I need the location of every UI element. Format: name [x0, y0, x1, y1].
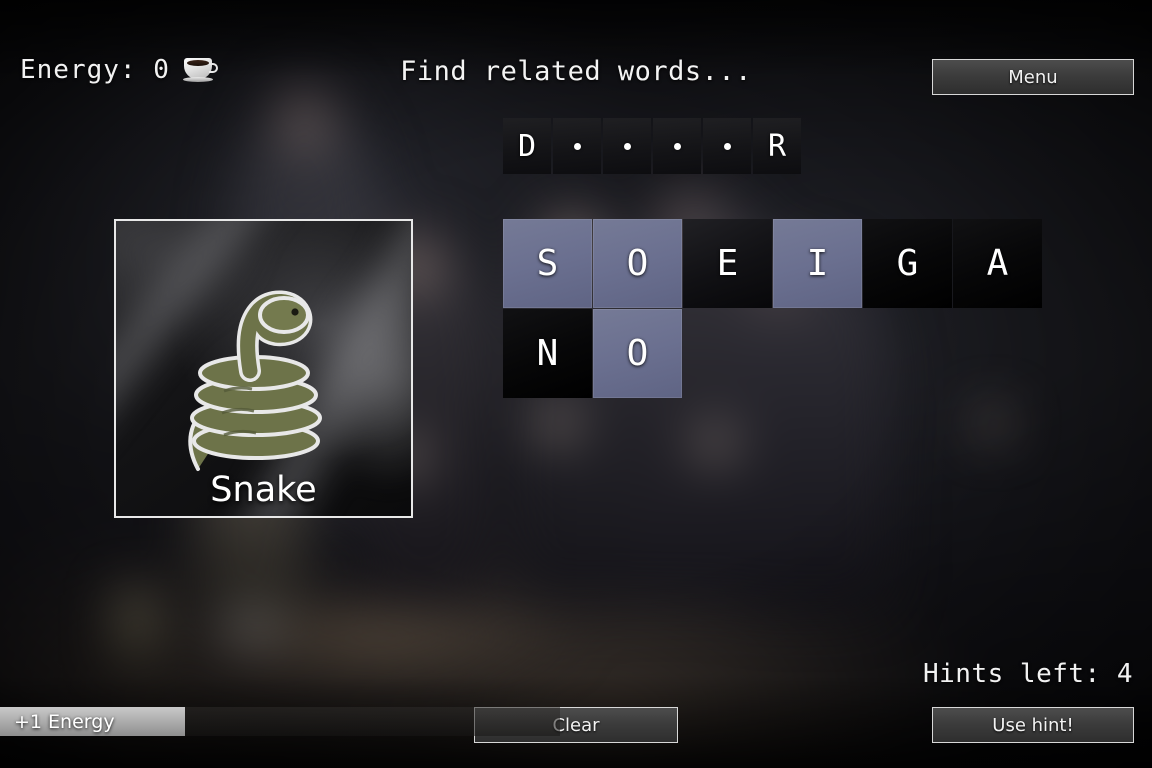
word-slot-filled: D	[503, 118, 551, 174]
word-slot-empty	[553, 118, 601, 174]
menu-button-label: Menu	[1008, 66, 1058, 88]
letter-grid-row: SOEIGA	[503, 219, 1042, 308]
letter-tile[interactable]: A	[953, 219, 1042, 308]
word-slot-empty	[703, 118, 751, 174]
energy-progress-label: +1 Energy	[14, 710, 115, 733]
letter-tile[interactable]: N	[503, 309, 592, 398]
letter-tile[interactable]: S	[503, 219, 592, 308]
word-slot-empty	[603, 118, 651, 174]
letter-grid[interactable]: SOEIGANO	[503, 219, 1042, 399]
use-hint-button-label: Use hint!	[992, 714, 1074, 736]
snake-illustration	[188, 290, 322, 471]
letter-grid-row: NO	[503, 309, 1042, 398]
use-hint-button[interactable]: Use hint!	[932, 707, 1134, 743]
letter-tile[interactable]: O	[593, 309, 682, 398]
game-screen: Energy: 0 Find related words... Menu DR …	[0, 0, 1152, 768]
menu-button[interactable]: Menu	[932, 59, 1134, 95]
letter-tile-empty	[683, 309, 772, 398]
letter-tile[interactable]: O	[593, 219, 682, 308]
letter-tile-empty	[863, 309, 952, 398]
word-slot-empty	[653, 118, 701, 174]
letter-tile[interactable]: G	[863, 219, 952, 308]
clue-card[interactable]: Snake	[114, 219, 413, 518]
letter-tile[interactable]: E	[683, 219, 772, 308]
clue-label: Snake	[210, 470, 317, 510]
hints-left-label: Hints left: 4	[923, 659, 1133, 689]
word-slot-row: DR	[503, 118, 801, 174]
letter-tile-empty	[953, 309, 1042, 398]
word-slot-filled: R	[753, 118, 801, 174]
energy-progress-bar: +1 Energy	[0, 707, 560, 736]
letter-tile-empty	[773, 309, 862, 398]
letter-tile[interactable]: I	[773, 219, 862, 308]
